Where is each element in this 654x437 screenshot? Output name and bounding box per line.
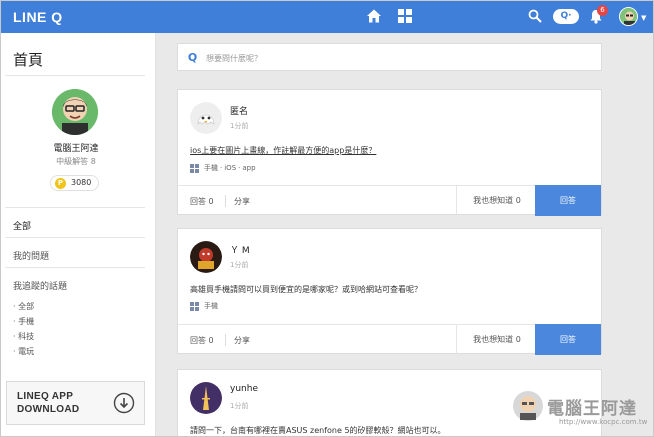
author-name[interactable]: 匿名 — [230, 104, 248, 117]
divider — [225, 195, 226, 207]
watermark-url: http://www.kocpc.com.tw — [559, 418, 648, 426]
topic-label: 科技 — [18, 332, 35, 341]
right-gutter — [621, 33, 653, 436]
tag-separator: · — [238, 164, 241, 172]
question-feed: Q 想要問什麼呢？ 匿名 1分前 ios上要在圖片上畫線，作註解最方便的app是… — [156, 33, 621, 436]
category-grid-icon — [190, 163, 199, 173]
topic-label: 手機 — [18, 317, 35, 326]
coin-value: 3080 — [71, 178, 92, 187]
tag-list: 手機 — [190, 301, 218, 311]
grid-icon[interactable] — [398, 9, 412, 23]
ask-placeholder: 想要問什麼呢？ — [206, 54, 262, 63]
sidebar-item-all[interactable]: 全部 — [13, 219, 31, 232]
notification-badge: 6 — [597, 5, 608, 16]
post-time: 1分前 — [230, 261, 249, 269]
download-label-line1: LINEQ APP — [17, 391, 74, 402]
share-button[interactable]: 分享 — [234, 335, 250, 346]
night-tower-avatar-icon — [190, 382, 222, 414]
tag-link[interactable]: app — [242, 164, 255, 172]
app-window: LINE Q Q· 6 ▼ 首頁 電腦王阿達 中級解答 8 P 3080 全部 … — [0, 0, 654, 437]
chevron-down-icon[interactable]: ▼ — [641, 14, 646, 22]
topic-item[interactable]: · 手機 — [13, 316, 34, 327]
sidebar-item-my-questions[interactable]: 我的問題 — [13, 249, 49, 262]
profile-avatar[interactable] — [52, 89, 98, 135]
line-q-small-icon: Q — [187, 51, 198, 64]
tag-link[interactable]: 手機 — [204, 163, 218, 173]
user-avatar[interactable] — [619, 7, 638, 26]
answer-count[interactable]: 回答 0 — [190, 335, 214, 346]
author-name[interactable]: yunhe — [230, 384, 258, 394]
search-icon[interactable] — [528, 9, 542, 23]
topic-label: 全部 — [18, 302, 35, 311]
divider — [225, 334, 226, 346]
avatar-face-icon — [620, 8, 637, 25]
tag-link[interactable]: 手機 — [204, 301, 218, 311]
question-title-link[interactable]: ios上要在圖片上畫線，作註解最方便的app是什麼？ — [190, 145, 376, 156]
divider — [5, 267, 145, 268]
site-watermark: 電腦王阿達 http://www.kocpc.com.tw — [511, 381, 651, 436]
question-title-link[interactable]: 請問一下，台南有哪裡在賣ASUS zenfone 5的矽膠軟殼？網站也可以。 — [190, 425, 446, 436]
watermark-text: 電腦王阿達 — [547, 399, 637, 419]
me-too-button[interactable]: 我也想知道 0 — [456, 325, 537, 355]
reply-button[interactable]: 回答 — [535, 185, 601, 216]
share-button[interactable]: 分享 — [234, 196, 250, 207]
tag-separator: · — [220, 164, 223, 172]
tag-link[interactable]: iOS — [224, 164, 236, 172]
profile-name[interactable]: 電腦王阿達 — [1, 141, 151, 154]
topic-label: 電玩 — [18, 347, 35, 356]
card-action-bar: 回答 0 分享 我也想知道 0 回答 — [178, 324, 601, 355]
divider — [5, 237, 145, 238]
download-label-line2: DOWNLOAD — [17, 404, 80, 415]
sidebar: 首頁 電腦王阿達 中級解答 8 P 3080 全部 我的問題 我追蹤的話題 · … — [1, 33, 156, 436]
download-arrow-icon — [113, 392, 135, 414]
question-card: 匿名 1分前 ios上要在圖片上畫線，作註解最方便的app是什麼？ 手機 · i… — [177, 89, 602, 216]
home-icon[interactable] — [366, 8, 382, 24]
q-points-menu-button[interactable]: Q· — [553, 9, 579, 24]
topic-item[interactable]: · 科技 — [13, 331, 34, 342]
post-time: 1分前 — [230, 122, 249, 130]
question-card: Ｙ M 1分前 高雄買手機請問可以買到便宜的是哪家呢？或到哈網站可查看呢？ 手機… — [177, 228, 602, 355]
top-navigation-bar: LINE Q Q· 6 ▼ — [1, 1, 653, 33]
page-title: 首頁 — [13, 51, 44, 69]
topic-item[interactable]: · 全部 — [13, 301, 34, 312]
line-q-logo[interactable]: LINE Q — [13, 9, 63, 25]
topic-item[interactable]: · 電玩 — [13, 346, 34, 357]
reply-button[interactable]: 回答 — [535, 324, 601, 355]
sidebar-item-followed-topics[interactable]: 我追蹤的話題 — [13, 279, 67, 292]
author-name[interactable]: Ｙ M — [230, 243, 250, 256]
answer-count[interactable]: 回答 0 — [190, 196, 214, 207]
divider — [5, 207, 145, 208]
card-action-bar: 回答 0 分享 我也想知道 0 回答 — [178, 185, 601, 216]
author-avatar[interactable] — [190, 382, 222, 414]
watermark-mascot-icon — [513, 391, 543, 421]
coin-balance: P 3080 — [50, 175, 99, 191]
anonymous-avatar[interactable] — [190, 102, 222, 134]
divider — [5, 75, 145, 76]
tag-list: 手機 · iOS · app — [190, 163, 256, 173]
ask-question-input[interactable]: Q 想要問什麼呢？ — [177, 43, 602, 71]
me-too-button[interactable]: 我也想知道 0 — [456, 186, 537, 216]
anonymous-ghost-icon — [190, 102, 222, 134]
category-grid-icon — [190, 301, 199, 311]
coin-icon: P — [55, 178, 66, 189]
app-download-button[interactable]: LINEQ APP DOWNLOAD — [6, 381, 145, 425]
post-time: 1分前 — [230, 402, 249, 410]
profile-rank: 中級解答 8 — [56, 157, 96, 166]
download-label: LINEQ APP DOWNLOAD — [17, 390, 107, 416]
author-avatar[interactable] — [190, 241, 222, 273]
ym-avatar-icon — [190, 241, 222, 273]
question-title-link[interactable]: 高雄買手機請問可以買到便宜的是哪家呢？或到哈網站可查看呢？ — [190, 284, 422, 295]
cartoon-avatar-icon — [52, 89, 98, 135]
